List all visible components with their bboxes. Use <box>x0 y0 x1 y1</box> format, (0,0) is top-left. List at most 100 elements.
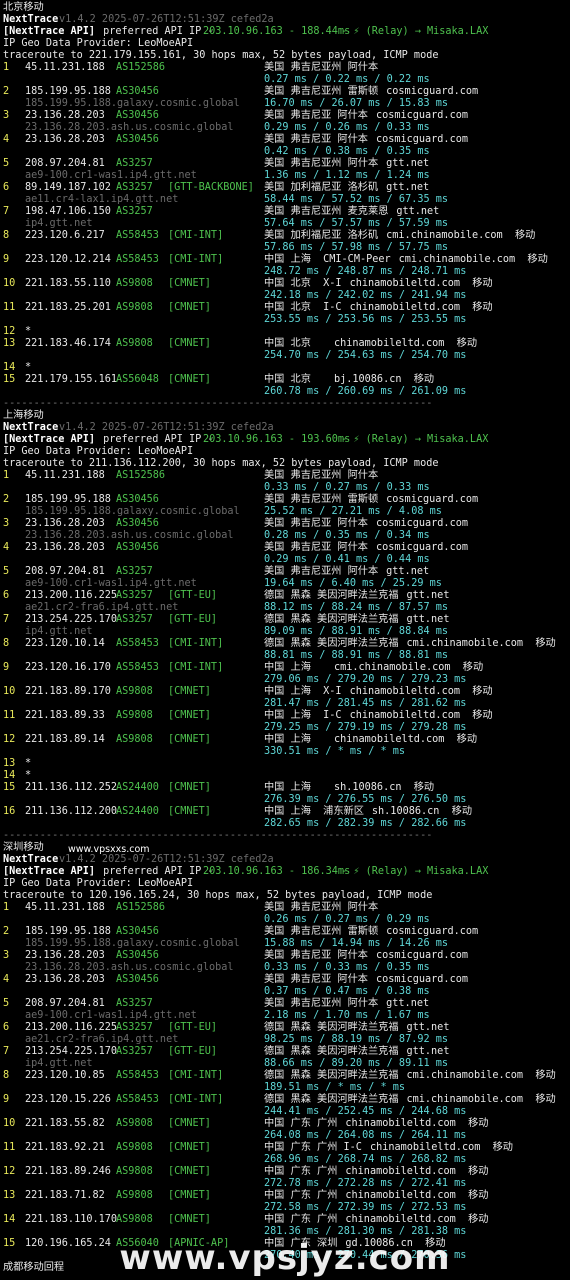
hop-detail-row: 185.199.95.188.galaxy.cosmic.global 16.70… <box>3 98 568 110</box>
api-line: [NextTrace API] preferred API IP - 203.1… <box>3 26 568 38</box>
hop-ip: 221.183.46.174 <box>25 338 111 349</box>
hop-detail-row: 272.58 ms / 272.39 ms / 272.53 ms <box>3 1202 568 1214</box>
hop-detail-row: 330.51 ms / * ms / * ms <box>3 746 568 758</box>
hop-org: gtt.net <box>386 182 430 193</box>
hop-row: 12 221.183.89.14 AS9808 [CMNET] 中国 上海 chinamo… <box>3 734 568 746</box>
hop-rtt: 16.70 ms / 26.07 ms / 15.83 ms <box>264 98 449 109</box>
api-prefix: [NextTrace API] <box>3 434 96 445</box>
hop-rtt: 57.86 ms / 57.98 ms / 57.75 ms <box>264 242 449 253</box>
hop-asn: AS58453 <box>116 662 159 673</box>
section-title-text: 上海移动 <box>3 410 44 421</box>
hop-rtt: 189.51 ms / * ms / * ms <box>264 1082 406 1093</box>
hop-row: 3 23.136.28.203 AS30456 美国 弗吉尼亚 阿什本 cosmicgu… <box>3 518 568 530</box>
traceroute-text: traceroute to 211.136.112.200, 30 hops m… <box>3 458 439 469</box>
hop-row: 5 208.97.204.81 AS3257 美国 弗吉尼亚州 阿什本 gtt.net <box>3 566 568 578</box>
hop-number: 10 <box>3 1118 16 1129</box>
hop-geo: 中国 广东 广州 <box>264 1214 338 1225</box>
hop-org: cosmicguard.com <box>375 542 468 553</box>
hop-number: 14 <box>3 362 16 373</box>
hop-geo: 美国 弗吉尼亚州 雷斯顿 <box>264 926 379 937</box>
hop-ip: * <box>25 362 32 373</box>
hop-rtt: 0.29 ms / 0.41 ms / 0.44 ms <box>264 554 430 565</box>
hop-rtt: 279.25 ms / 279.19 ms / 279.28 ms <box>264 722 467 733</box>
hop-ip: 221.183.89.170 <box>25 686 111 697</box>
separator-text: ----------------------------------------… <box>3 398 433 409</box>
hop-geo: 德国 黑森 美因河畔法兰克福 <box>264 614 399 625</box>
hop-row: 7 213.254.225.170 AS3257 [GTT-EU] 德国 黑森 美因河畔… <box>3 614 568 626</box>
hop-geo: 美国 弗吉尼亚 阿什本 <box>264 542 368 553</box>
hop-org: sh.10086.cn 移动 <box>371 806 473 817</box>
section-title: 上海移动 <box>3 410 568 422</box>
hop-number: 8 <box>3 638 10 649</box>
hop-rtt: 0.33 ms / 0.27 ms / 0.33 ms <box>264 482 430 493</box>
hop-rtt: 272.58 ms / 272.39 ms / 272.53 ms <box>264 1202 467 1213</box>
hop-geo: 美国 加利福尼亚 洛杉矶 <box>264 230 379 241</box>
hop-geo: 中国 广东 广州 <box>264 1166 338 1177</box>
hop-row: 12 * <box>3 326 568 338</box>
hop-number: 8 <box>3 230 10 241</box>
hop-ip: 208.97.204.81 <box>25 998 105 1009</box>
hop-tag: [CMI-INT] <box>168 662 224 673</box>
hop-number: 3 <box>3 110 10 121</box>
hop-row: 14 221.183.110.170 AS9808 [CMNET] 中国 广东 广州 ch… <box>3 1214 568 1226</box>
section-separator: ----------------------------------------… <box>3 398 568 410</box>
api-ip: 203.10.96.163 - 186.34ms <box>203 866 351 877</box>
hop-hostname: 23.136.28.203.ash.us.cosmic.global <box>25 122 234 133</box>
hop-org: cmi.chinamobile.com 移动 <box>406 1070 556 1081</box>
hop-ip: 221.183.89.14 <box>25 734 105 745</box>
hop-tag: [CMNET] <box>168 710 211 721</box>
hop-rtt: 264.08 ms / 264.08 ms / 264.11 ms <box>264 1130 467 1141</box>
hop-detail-row: 0.42 ms / 0.38 ms / 0.35 ms <box>3 146 568 158</box>
hop-ip: 223.120.10.85 <box>25 1070 105 1081</box>
hop-number: 1 <box>3 62 10 73</box>
hop-ip: 221.179.155.161 <box>25 374 118 385</box>
hop-org: gtt.net <box>406 590 450 601</box>
hop-geo: 美国 弗吉尼亚州 阿什本 <box>264 566 379 577</box>
hop-asn: AS152586 <box>116 62 166 73</box>
hop-number: 14 <box>3 1214 16 1225</box>
hop-org: bj.10086.cn 移动 <box>334 374 435 385</box>
hop-detail-row: 185.199.95.188.galaxy.cosmic.global 25.52… <box>3 506 568 518</box>
geo-provider-text: IP Geo Data Provider: LeoMoeAPI <box>3 878 194 889</box>
hop-ip: 223.120.10.14 <box>25 638 105 649</box>
hop-ip: 23.136.28.203 <box>25 974 105 985</box>
api-text: preferred API IP - <box>97 434 220 445</box>
hop-row: 5 208.97.204.81 AS3257 美国 弗吉尼亚州 阿什本 gtt.net <box>3 998 568 1010</box>
hop-tag: [CMNET] <box>168 686 211 697</box>
hop-tag: [CMNET] <box>168 806 211 817</box>
hop-hostname: 23.136.28.203.ash.us.cosmic.global <box>25 962 234 973</box>
hop-geo: 美国 加利福尼亚 洛杉矶 <box>264 182 379 193</box>
hop-row: 4 23.136.28.203 AS30456 美国 弗吉尼亚 阿什本 cosmicgu… <box>3 974 568 986</box>
hop-detail-row: ae9-100.cr1-was1.ip4.gtt.net 2.18 ms / 1.… <box>3 1010 568 1022</box>
hop-org: cosmicguard.com <box>386 494 479 505</box>
hop-detail-row: 264.08 ms / 264.08 ms / 264.11 ms <box>3 1130 568 1142</box>
hop-row: 6 213.200.116.225 AS3257 [GTT-EU] 德国 黑森 美因河畔… <box>3 590 568 602</box>
hop-rtt: 1.36 ms / 1.12 ms / 1.24 ms <box>264 170 430 181</box>
hop-number: 3 <box>3 950 10 961</box>
hop-org: chinamobileltd.com 移动 <box>349 302 493 313</box>
hop-number: 9 <box>3 1094 10 1105</box>
hop-asn: AS3257 <box>116 206 153 217</box>
hop-row: 4 23.136.28.203 AS30456 美国 弗吉尼亚 阿什本 cosmicgu… <box>3 542 568 554</box>
hop-detail-row: 23.136.28.203.ash.us.cosmic.global 0.28 m… <box>3 530 568 542</box>
hop-detail-row: ae9-100.cr1-was1.ip4.gtt.net 1.36 ms / 1.… <box>3 170 568 182</box>
hop-rtt: 0.27 ms / 0.22 ms / 0.22 ms <box>264 74 430 85</box>
hop-ip: 221.183.25.201 <box>25 302 111 313</box>
hop-detail-row: 282.65 ms / 282.39 ms / 282.66 ms <box>3 818 568 830</box>
hop-detail-row: 23.136.28.203.ash.us.cosmic.global 0.29 m… <box>3 122 568 134</box>
hop-row: 4 23.136.28.203 AS30456 美国 弗吉尼亚 阿什本 cosmicgu… <box>3 134 568 146</box>
hop-detail-row: ip4.gtt.net 89.09 ms / 88.91 ms / 88.84 m… <box>3 626 568 638</box>
hop-row: 5 208.97.204.81 AS3257 美国 弗吉尼亚州 阿什本 gtt.net <box>3 158 568 170</box>
hop-detail-row: 268.96 ms / 268.74 ms / 268.82 ms <box>3 1154 568 1166</box>
hop-ip: * <box>25 770 32 781</box>
hop-rtt: 15.88 ms / 14.94 ms / 14.26 ms <box>264 938 449 949</box>
hop-org: sh.10086.cn 移动 <box>334 782 435 793</box>
hop-ip: 221.183.89.33 <box>25 710 105 721</box>
api-prefix: [NextTrace API] <box>3 866 96 877</box>
traceroute-text: traceroute to 120.196.165.24, 30 hops ma… <box>3 890 433 901</box>
hop-hostname: 185.199.95.188.galaxy.cosmic.global <box>25 506 240 517</box>
hop-geo: 中国 上海 I-C <box>264 710 342 721</box>
hop-tag: [CMNET] <box>168 1142 211 1153</box>
hop-org: cosmicguard.com <box>375 134 468 145</box>
hop-org: cosmicguard.com <box>386 86 479 97</box>
